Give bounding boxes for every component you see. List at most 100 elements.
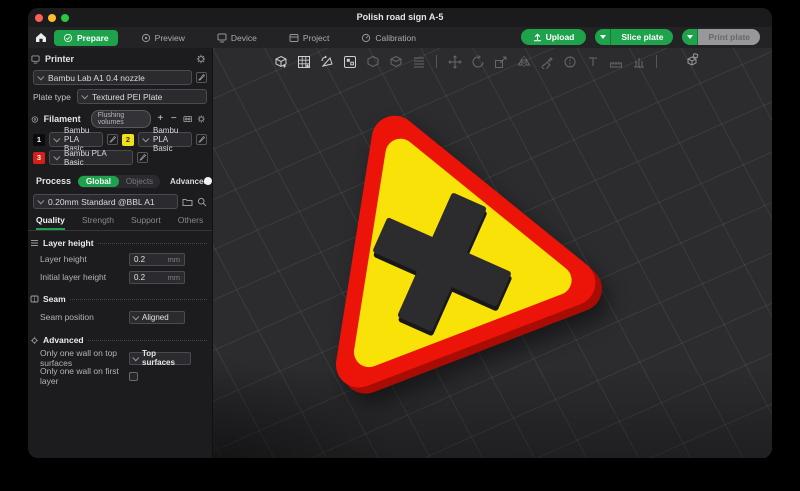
process-tab-quality[interactable]: Quality — [36, 215, 65, 230]
tab-preview-label: Preview — [154, 32, 185, 43]
chevron-down-icon — [37, 73, 45, 81]
plate-type-label: Plate type — [33, 91, 71, 102]
ams-sync-icon[interactable] — [183, 114, 193, 124]
viewport-toolbar — [273, 54, 659, 69]
auto-orient-icon[interactable] — [319, 54, 334, 69]
seam-group-title: Seam — [43, 294, 66, 304]
viewport-3d[interactable] — [213, 48, 772, 458]
process-preset-value: 0.20mm Standard @BBL A1 — [48, 196, 155, 207]
edit-printer-icon[interactable] — [196, 72, 207, 83]
tab-project[interactable]: Project — [280, 30, 338, 46]
filament-section-title: Filament — [43, 114, 81, 124]
layer-height-input[interactable]: 0.2 mm — [129, 252, 185, 266]
chevron-down-icon — [53, 135, 61, 143]
process-tab-strength[interactable]: Strength — [82, 215, 114, 230]
remove-filament-button[interactable]: − — [170, 114, 179, 124]
tab-preview[interactable]: Preview — [132, 30, 194, 46]
titlebar: Polish road sign A-5 — [28, 8, 772, 27]
process-section-title: Process — [36, 176, 72, 186]
print-options-dropdown[interactable] — [682, 29, 699, 45]
home-button[interactable] — [28, 32, 54, 43]
chevron-down-icon — [142, 135, 150, 143]
layer-height-label: Layer height — [40, 254, 87, 264]
printer-settings-gear-icon[interactable] — [196, 54, 206, 64]
one-wall-first-layer-checkbox[interactable] — [129, 371, 138, 381]
scale-icon[interactable] — [493, 54, 508, 69]
tab-device[interactable]: Device — [208, 30, 266, 46]
toolbar-divider — [436, 55, 437, 68]
seam-position-dropdown[interactable]: Aligned — [129, 310, 185, 324]
layer-height-group-icon — [31, 240, 38, 246]
edit-filament-1-icon[interactable] — [107, 134, 118, 145]
one-wall-first-layer-label: Only one wall on first layer — [40, 366, 119, 386]
paint-icon[interactable] — [539, 54, 554, 69]
edit-filament-2-icon[interactable] — [196, 134, 207, 145]
filament-3-color-chip[interactable]: 3 — [33, 151, 45, 164]
settings-sidebar: Printer Bambu Lab A1 0.4 nozzle Plate ty… — [28, 48, 213, 458]
upload-button[interactable]: Upload — [520, 29, 587, 45]
print-plate-button[interactable]: Print plate — [682, 29, 760, 45]
add-plate-icon[interactable] — [296, 54, 311, 69]
rotate-icon[interactable] — [470, 54, 485, 69]
flushing-volumes-button[interactable]: Flushing volumes — [90, 110, 152, 128]
model-road-sign[interactable] — [252, 84, 632, 444]
process-tab-others[interactable]: Others — [178, 215, 204, 230]
upload-button-label: Upload — [545, 32, 575, 42]
search-preset-icon[interactable] — [197, 197, 207, 207]
tab-prepare[interactable]: Prepare — [54, 29, 118, 46]
one-wall-top-label: Only one wall on top surfaces — [40, 348, 118, 368]
tab-prepare-label: Prepare — [77, 32, 109, 43]
printer-section-title: Printer — [45, 54, 75, 64]
move-icon[interactable] — [447, 54, 462, 69]
advanced-group-icon — [30, 336, 39, 344]
filament-3-name: Bambu PLA Basic — [64, 148, 107, 167]
split-to-objects-icon[interactable] — [365, 54, 380, 69]
tab-device-label: Device — [230, 32, 257, 43]
filament-3-dropdown[interactable]: Bambu PLA Basic — [49, 148, 133, 167]
add-object-icon[interactable] — [273, 54, 288, 69]
process-tab-support[interactable]: Support — [131, 215, 161, 230]
chevron-down-icon — [599, 35, 606, 39]
edit-filament-3-icon[interactable] — [137, 152, 148, 163]
chevron-down-icon — [686, 35, 693, 39]
filament-1-color-chip[interactable]: 1 — [33, 133, 45, 146]
arrange-icon[interactable] — [342, 54, 357, 69]
printer-preset-dropdown[interactable]: Bambu Lab A1 0.4 nozzle — [33, 70, 192, 85]
filament-settings-gear-icon[interactable] — [197, 114, 206, 124]
device-icon — [217, 33, 227, 42]
save-preset-icon[interactable] — [182, 197, 193, 207]
slice-plate-button[interactable]: Slice plate — [595, 29, 674, 45]
scope-global-button[interactable]: Global — [78, 175, 119, 187]
action-buttons: Upload Slice plate Print plate — [520, 29, 760, 45]
add-filament-button[interactable]: + — [156, 114, 165, 124]
layer-height-group-title: Layer height — [43, 238, 94, 248]
assembly-view-icon[interactable] — [683, 53, 700, 69]
split-to-parts-icon[interactable] — [388, 54, 403, 69]
filament-2-color-chip[interactable]: 2 — [122, 133, 134, 146]
plate-type-dropdown[interactable]: Textured PEI Plate — [77, 89, 207, 104]
mirror-icon[interactable] — [516, 54, 531, 69]
layer-height-value: 0.2 — [134, 254, 146, 264]
tab-calibration[interactable]: Calibration — [352, 30, 425, 46]
process-scope-switch: Global Objects — [78, 174, 161, 188]
scope-objects-button[interactable]: Objects — [119, 176, 160, 187]
initial-layer-height-input[interactable]: 0.2 mm — [129, 270, 185, 284]
one-wall-top-value: Top surfaces — [142, 349, 175, 367]
measure-icon[interactable] — [608, 54, 623, 69]
filament-1-dropdown[interactable]: Bambu PLA Basic — [49, 126, 103, 153]
filament-2-dropdown[interactable]: Bambu PLA Basic — [138, 126, 192, 153]
text-tool-icon[interactable] — [585, 54, 600, 69]
one-wall-top-dropdown[interactable]: Top surfaces — [129, 349, 191, 367]
seam-painting-icon[interactable] — [562, 54, 577, 69]
printer-section-icon — [31, 54, 40, 64]
toolbar-divider — [656, 55, 657, 68]
process-preset-dropdown[interactable]: 0.20mm Standard @BBL A1 — [33, 194, 178, 209]
slice-options-dropdown[interactable] — [595, 29, 612, 45]
calibration-icon — [362, 33, 371, 42]
prepare-icon — [63, 33, 73, 42]
support-painting-icon[interactable] — [631, 54, 646, 69]
variable-layer-height-icon[interactable] — [411, 54, 426, 69]
chevron-down-icon — [53, 153, 61, 161]
chevron-down-icon — [132, 312, 140, 320]
plate-type-value: Textured PEI Plate — [92, 91, 163, 102]
